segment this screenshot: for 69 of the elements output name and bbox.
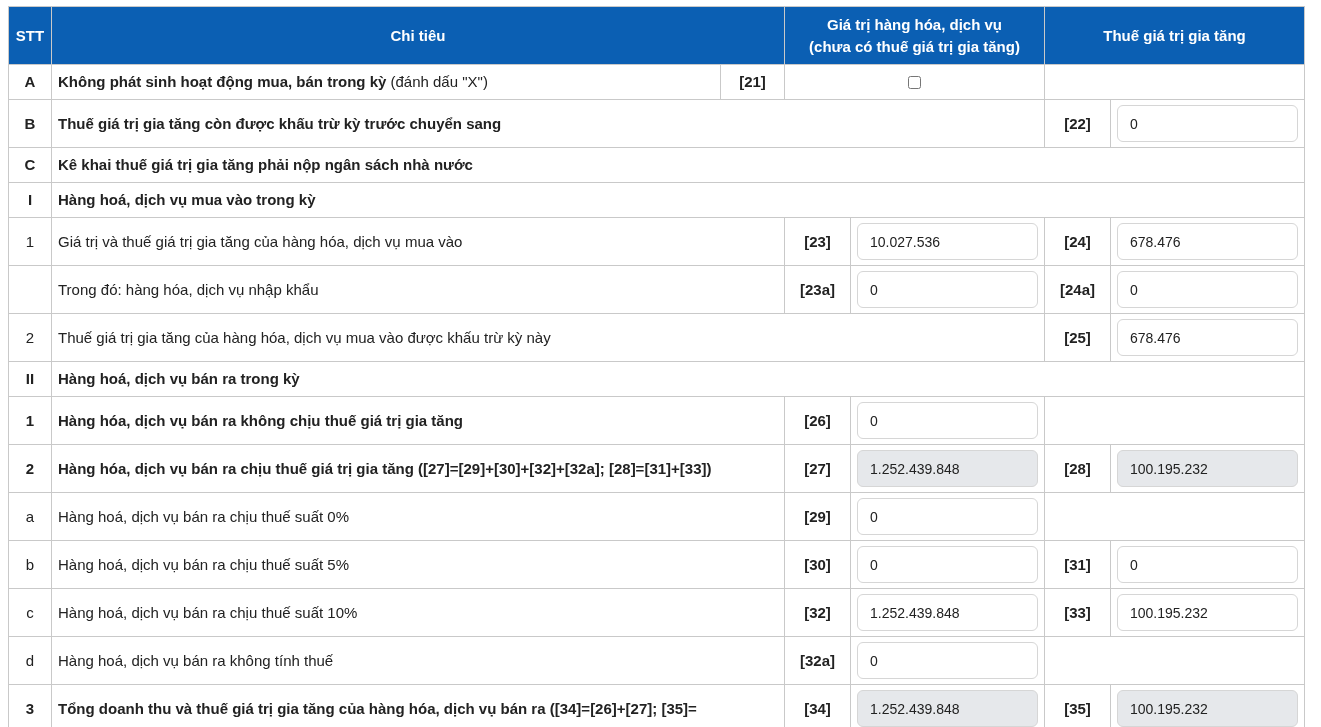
row-label: Hàng hoá, dịch vụ bán ra chịu thuế suất 0% [58, 507, 350, 525]
column-header: Giá trị hàng hóa, dịch vụ (chưa có thuế giá trị gia tăng) [808, 14, 1021, 57]
input-field[interactable]: 0 [857, 498, 1038, 535]
input-field[interactable]: 100.195.232 [1117, 450, 1299, 487]
field-code: [30] [804, 555, 831, 573]
input-field[interactable]: 10.027.536 [857, 223, 1038, 260]
row-label: Tổng doanh thu và thuế giá trị gia tăng của hàng hóa, dịch vụ bán ra ([34]=[26]+[27]; [35]= [58, 699, 697, 717]
field-code: [31] [1064, 555, 1091, 573]
column-header: Chi tiêu [389, 25, 447, 46]
column-header: STT [14, 25, 46, 46]
row-label: Hàng hóa, dịch vụ bán ra không chịu thuế giá trị gia tăng [58, 411, 464, 429]
row-number: II [25, 370, 35, 387]
row-label: Kê khai thuế giá trị gia tăng phải nộp ngân sách nhà nước [58, 156, 473, 173]
input-field[interactable]: 0 [857, 402, 1038, 439]
row-label: Hàng hoá, dịch vụ bán ra không tính thuế [58, 651, 334, 669]
input-field[interactable]: 0 [857, 642, 1038, 679]
input-field[interactable]: 0 [1117, 546, 1299, 583]
column-header: Thuế giá trị gia tăng [1102, 25, 1247, 46]
row-number: 3 [25, 699, 35, 717]
field-code: [24] [1064, 232, 1091, 250]
field-code: [23] [804, 232, 831, 250]
field-code: [21] [739, 73, 766, 90]
input-field[interactable]: 0 [1117, 105, 1299, 142]
row-number: c [26, 603, 34, 621]
field-code: [32a] [800, 651, 835, 669]
input-field[interactable]: 0 [857, 271, 1038, 308]
input-field[interactable]: 678.476 [1117, 319, 1299, 356]
field-code: [34] [804, 699, 831, 717]
field-code: [33] [1064, 603, 1091, 621]
row-label: Hàng hoá, dịch vụ bán ra chịu thuế suất 10% [58, 603, 358, 621]
row-label: Giá trị và thuế giá trị gia tăng của hàng hóa, dịch vụ mua vào [58, 232, 463, 250]
row-label: Thuế giá trị gia tăng của hàng hóa, dịch vụ mua vào được khấu trừ kỳ này [58, 328, 551, 346]
input-field[interactable]: 0 [1117, 271, 1299, 308]
row-label: Hàng hoá, dịch vụ bán ra trong kỳ [58, 370, 300, 387]
row-number: d [25, 651, 35, 669]
row-label: Thuế giá trị gia tăng còn được khấu trừ kỳ trước chuyển sang [58, 114, 502, 132]
checkbox[interactable] [908, 76, 921, 90]
field-code: [35] [1064, 699, 1091, 717]
field-code: [22] [1064, 114, 1091, 132]
row-number: 2 [25, 459, 35, 477]
row-label: Hàng hóa, dịch vụ bán ra chịu thuế giá trị gia tăng ([27]=[29]+[30]+[32]+[32a]; [28]=[31]+[33]) [58, 459, 712, 477]
input-field[interactable]: 1.252.439.848 [857, 594, 1038, 631]
row-number: A [24, 73, 36, 90]
field-code: [32] [804, 603, 831, 621]
row-number: b [25, 555, 35, 573]
field-code: [28] [1064, 459, 1091, 477]
input-field[interactable]: 100.195.232 [1117, 594, 1299, 631]
field-code: [25] [1064, 328, 1091, 346]
row-number: 1 [25, 232, 35, 250]
row-label: Không phát sinh hoạt động mua, bán trong kỳ (đánh dấu "X") [58, 73, 488, 90]
row-number: 1 [25, 411, 35, 429]
row-number: I [27, 191, 33, 208]
input-field[interactable]: 100.195.232 [1117, 690, 1299, 727]
row-number: C [24, 156, 36, 173]
input-field[interactable]: 1.252.439.848 [857, 690, 1038, 727]
row-number: a [25, 507, 35, 525]
field-code: [26] [804, 411, 831, 429]
input-field[interactable]: 0 [857, 546, 1038, 583]
row-number: B [24, 114, 36, 132]
field-code: [24a] [1060, 280, 1096, 298]
row-label: Hàng hoá, dịch vụ bán ra chịu thuế suất 5% [58, 555, 350, 573]
field-code: [27] [804, 459, 831, 477]
input-field[interactable]: 1.252.439.848 [857, 450, 1038, 487]
input-field[interactable]: 678.476 [1117, 223, 1299, 260]
row-number: 2 [25, 328, 35, 346]
field-code: [23a] [800, 280, 835, 298]
row-label: Trong đó: hàng hóa, dịch vụ nhập khẩu [58, 280, 319, 298]
row-label: Hàng hoá, dịch vụ mua vào trong kỳ [58, 191, 316, 208]
field-code: [29] [804, 507, 831, 525]
